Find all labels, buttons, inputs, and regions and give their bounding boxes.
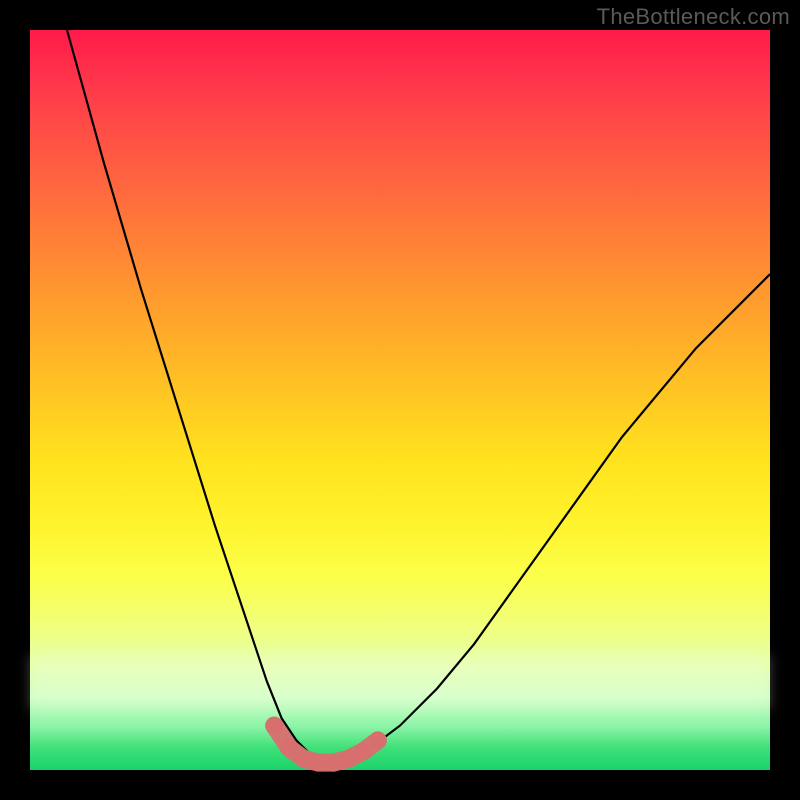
bottleneck-curve (67, 30, 770, 763)
bottom-highlight-dots (265, 717, 387, 772)
plot-area (30, 30, 770, 770)
chart-svg (30, 30, 770, 770)
chart-frame: TheBottleneck.com (0, 0, 800, 800)
watermark-label: TheBottleneck.com (597, 4, 790, 30)
